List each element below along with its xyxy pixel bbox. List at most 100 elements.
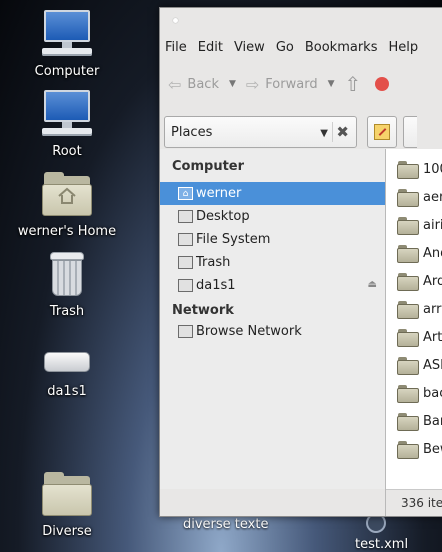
desktop-icon-label: Trash — [49, 304, 85, 319]
desktop-icon-trash[interactable]: Trash — [12, 250, 122, 319]
sidebar-item-werner[interactable]: ⌂ werner — [160, 182, 385, 205]
sidebar-item-desktop[interactable]: Desktop — [160, 205, 385, 228]
list-item[interactable]: airi — [386, 211, 442, 239]
drive-icon — [178, 279, 193, 292]
list-item[interactable]: bac — [386, 379, 442, 407]
menu-bar: File Edit View Go Bookmarks Help — [160, 36, 442, 58]
sidebar-item-label: werner — [196, 186, 242, 201]
menu-help[interactable]: Help — [388, 40, 418, 55]
home-icon: ⌂ — [178, 187, 193, 200]
folder-icon — [397, 161, 419, 179]
file-list: 100 aer airi And Ard arra Arti ASI bac B… — [386, 149, 442, 489]
sidebar-footer — [160, 489, 386, 516]
file-name: airi — [423, 217, 442, 233]
toolbar-button-partial[interactable] — [403, 116, 417, 148]
list-item[interactable]: Bew — [386, 435, 442, 463]
folder-icon — [397, 413, 419, 431]
file-name: Bew — [423, 441, 442, 457]
back-label: Back — [187, 76, 219, 92]
up-arrow-icon[interactable]: ⇧ — [345, 72, 362, 96]
list-item[interactable]: 100 — [386, 155, 442, 183]
network-icon — [178, 325, 193, 338]
home-folder-icon — [40, 170, 94, 222]
list-item[interactable]: ASI — [386, 351, 442, 379]
list-item[interactable]: aer — [386, 183, 442, 211]
forward-label: Forward — [265, 76, 318, 92]
filesystem-icon — [178, 233, 193, 246]
folder-icon — [397, 245, 419, 263]
places-dropdown-value: Places — [171, 124, 213, 140]
menu-go[interactable]: Go — [276, 40, 294, 55]
list-item[interactable]: Ban — [386, 407, 442, 435]
list-item[interactable]: And — [386, 239, 442, 267]
folder-icon — [397, 385, 419, 403]
chevron-down-icon: ▼ — [320, 128, 328, 139]
sidebar-item-da1s1[interactable]: da1s1 ⏏ — [160, 274, 385, 297]
file-name: aer — [423, 189, 442, 205]
sidebar-header-computer: Computer — [172, 159, 245, 174]
folder-icon — [397, 189, 419, 207]
chevron-down-icon[interactable]: ▼ — [229, 79, 236, 89]
desktop-icon-label: Root — [52, 144, 82, 159]
list-item[interactable]: arra — [386, 295, 442, 323]
file-name: bac — [423, 385, 442, 401]
folder-icon — [40, 470, 94, 522]
sidebar-item-label: Browse Network — [196, 324, 302, 339]
file-name: arra — [423, 301, 442, 317]
places-dropdown[interactable]: Places ▼ ✖ — [164, 116, 357, 148]
sidebar-item-browse-network[interactable]: Browse Network — [160, 320, 385, 343]
stop-icon[interactable] — [375, 77, 390, 91]
desktop-icon-home[interactable]: werner's Home — [12, 170, 122, 239]
sidebar-item-label: da1s1 — [196, 278, 236, 293]
desktop-icon-da1s1[interactable]: da1s1 — [12, 330, 122, 399]
folder-icon — [397, 273, 419, 291]
menu-bookmarks[interactable]: Bookmarks — [305, 40, 378, 55]
places-sidebar: Computer ⌂ werner Desktop File System Tr… — [160, 149, 386, 489]
desktop-icon-label-test-xml[interactable]: test.xml — [355, 537, 408, 552]
location-bar: Places ▼ ✖ — [160, 110, 442, 154]
status-text: 336 ite — [401, 496, 442, 510]
desktop-icon-label-diverse-texte[interactable]: diverse texte — [183, 517, 268, 532]
sidebar-item-trash[interactable]: Trash — [160, 251, 385, 274]
chevron-down-icon[interactable]: ▼ — [328, 79, 335, 89]
pencil-icon — [374, 124, 390, 140]
computer-icon — [40, 90, 94, 142]
file-manager-window: File Edit View Go Bookmarks Help ⇦ Back … — [159, 7, 442, 517]
desktop-icon-diverse[interactable]: Diverse — [12, 470, 122, 539]
file-name: Ban — [423, 413, 442, 429]
back-button[interactable]: ⇦ Back ▼ — [168, 75, 236, 94]
menu-file[interactable]: File — [165, 40, 187, 55]
desktop-icon-label: Computer — [34, 64, 100, 79]
desktop-icon — [178, 210, 193, 223]
folder-icon — [397, 329, 419, 347]
folder-icon — [397, 301, 419, 319]
file-name: Ard — [423, 273, 442, 289]
folder-icon — [397, 217, 419, 235]
folder-icon — [397, 357, 419, 375]
eject-icon[interactable]: ⏏ — [368, 279, 377, 290]
computer-icon — [40, 10, 94, 62]
main-content: Computer ⌂ werner Desktop File System Tr… — [160, 149, 442, 489]
title-bar[interactable] — [160, 8, 442, 36]
list-item[interactable]: Ard — [386, 267, 442, 295]
file-name: Arti — [423, 329, 442, 345]
window-menu-icon[interactable] — [173, 18, 178, 23]
file-name: And — [423, 245, 442, 261]
desktop-icon-root[interactable]: Root — [12, 90, 122, 159]
sidebar-item-label: Trash — [196, 255, 231, 270]
menu-edit[interactable]: Edit — [198, 40, 223, 55]
desktop-icon-label: Diverse — [42, 524, 92, 539]
forward-button[interactable]: ⇨ Forward ▼ — [246, 75, 335, 94]
toolbar: ⇦ Back ▼ ⇨ Forward ▼ ⇧ — [160, 58, 442, 110]
sidebar-item-label: File System — [196, 232, 271, 247]
sidebar-item-file-system[interactable]: File System — [160, 228, 385, 251]
close-icon[interactable]: ✖ — [336, 123, 349, 141]
edit-location-button[interactable] — [367, 116, 397, 148]
trash-icon — [40, 250, 94, 302]
desktop-icon-computer[interactable]: Computer — [12, 10, 122, 79]
menu-view[interactable]: View — [234, 40, 265, 55]
folder-icon — [397, 441, 419, 459]
status-bar: 336 ite — [386, 489, 442, 516]
list-item[interactable]: Arti — [386, 323, 442, 351]
drive-icon — [40, 330, 94, 382]
